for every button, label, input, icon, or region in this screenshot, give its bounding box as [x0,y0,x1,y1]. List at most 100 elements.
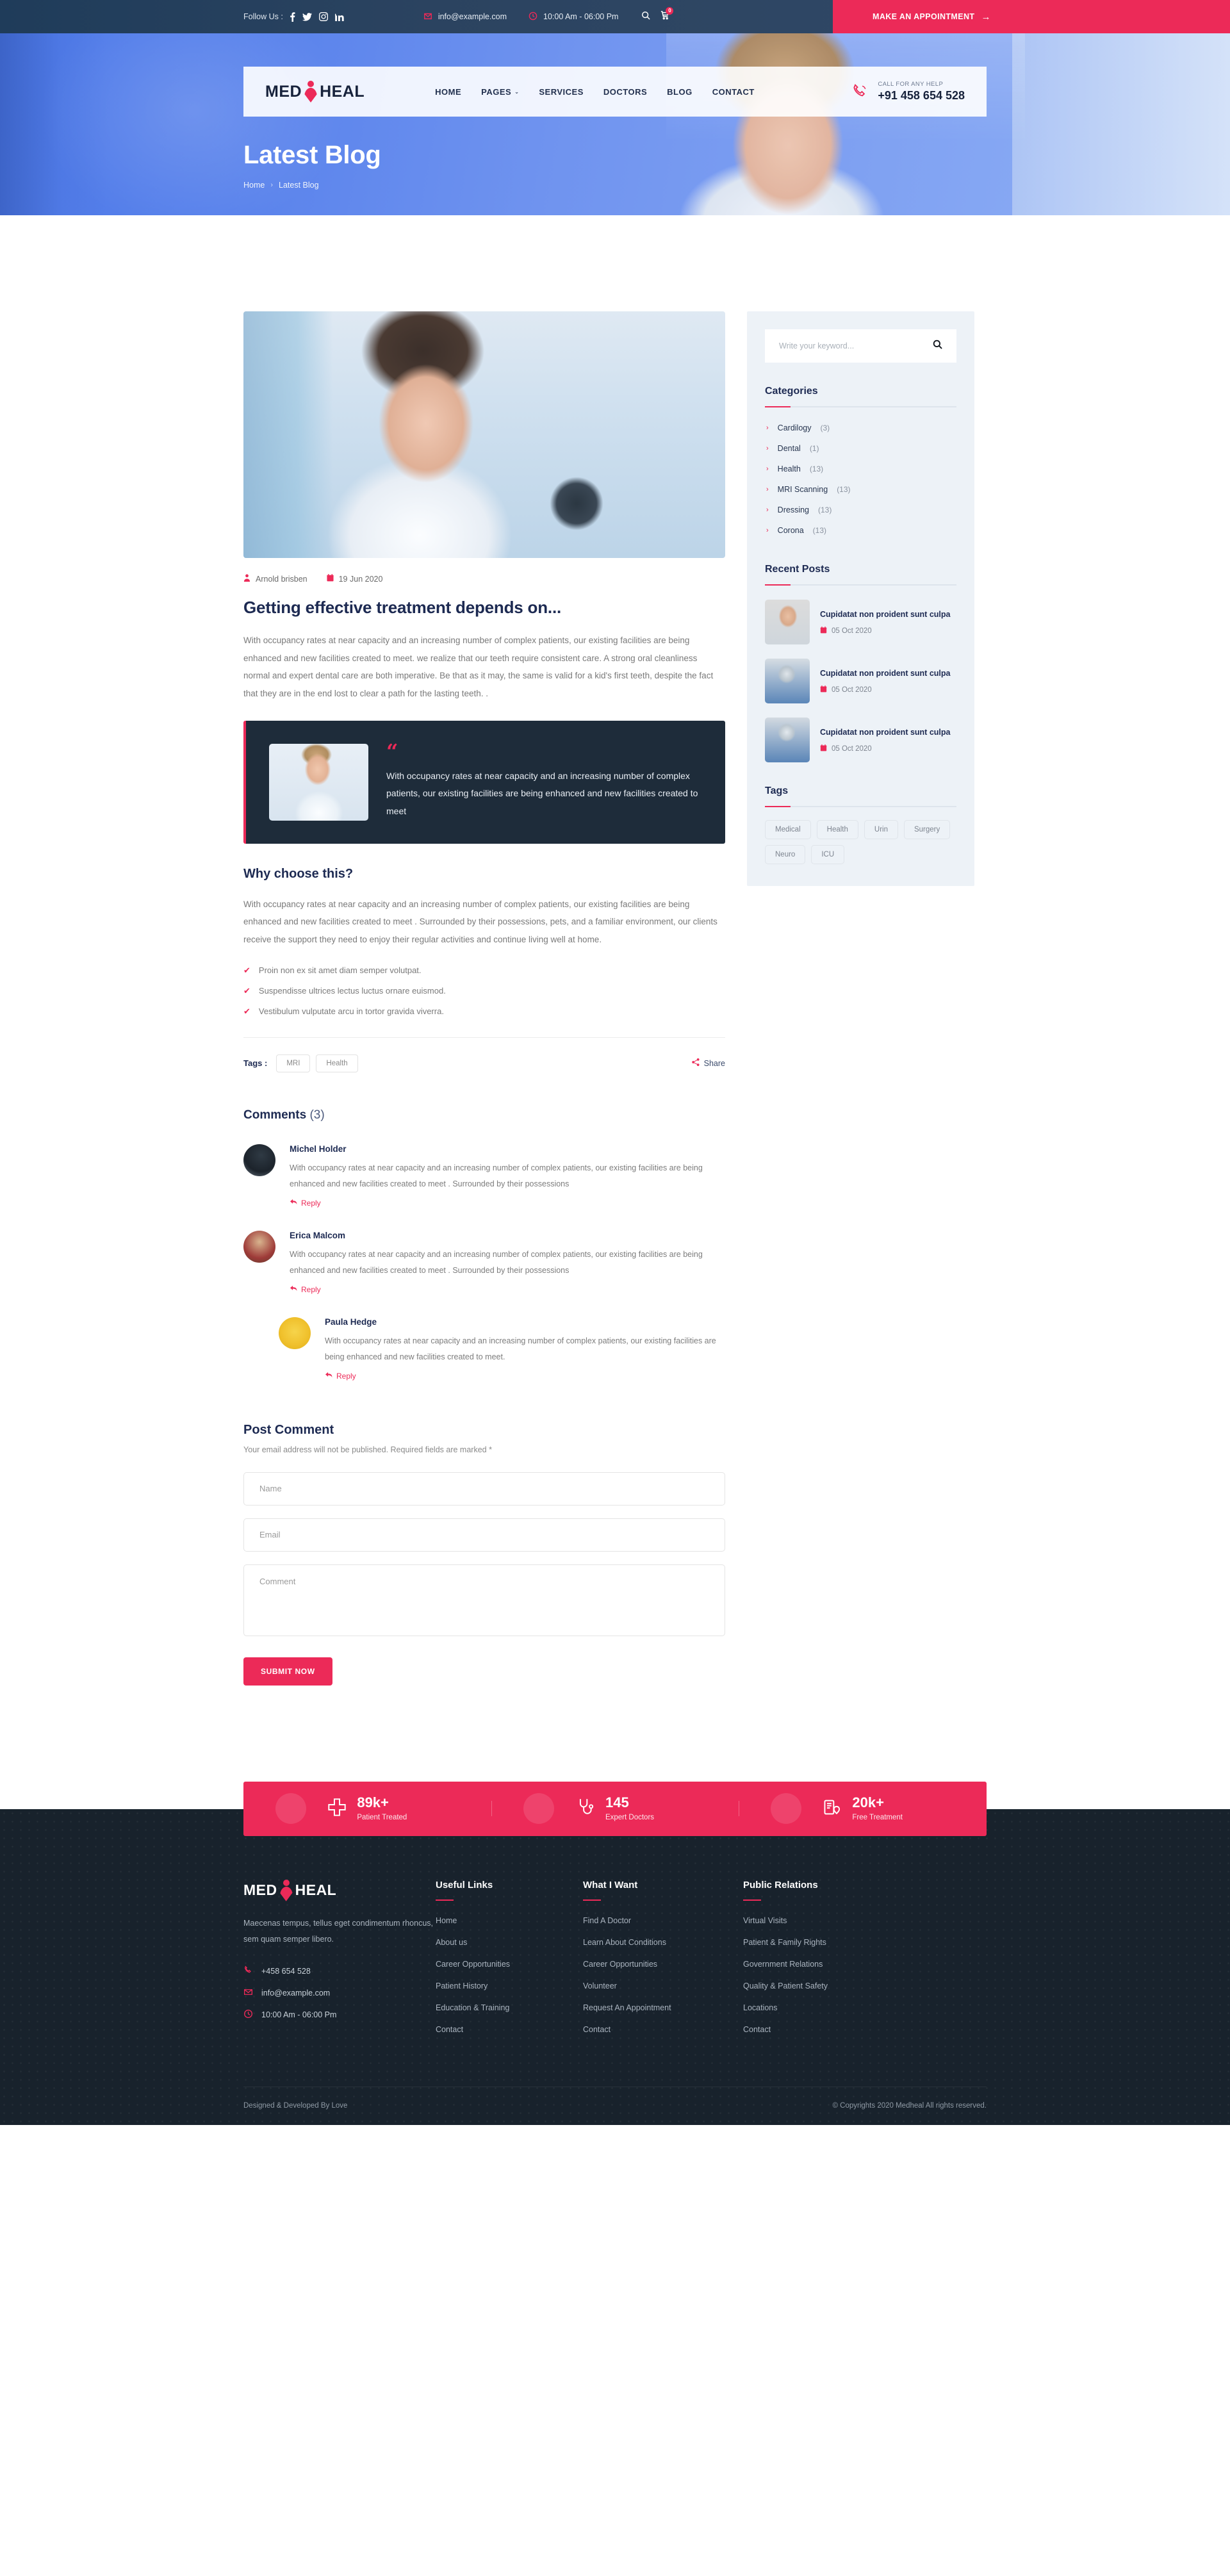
sidebar-tag-urin[interactable]: Urin [864,820,898,839]
footer-link[interactable]: Learn About Conditions [583,1938,666,1947]
category-item-dental[interactable]: › Dental (1) [765,438,956,459]
instagram-icon[interactable] [318,12,328,21]
footer-link[interactable]: About us [436,1938,467,1947]
footer-link[interactable]: Virtual Visits [743,1916,787,1925]
sidebar-tag-health[interactable]: Health [816,820,858,839]
list-item[interactable]: Cupidatat non proident sunt culpa 05 Oct… [765,600,956,644]
category-item-mri-scanning[interactable]: › MRI Scanning (13) [765,479,956,500]
footer-column-what-i-want: What I Want Find A Doctor Learn About Co… [583,1880,743,2046]
topbar-hours: 10:00 Am - 06:00 Pm [529,12,618,22]
footer-email[interactable]: info@example.com [243,1987,436,1999]
reply-button[interactable]: Reply [325,1372,356,1381]
footer-link[interactable]: Career Opportunities [583,1960,657,1969]
footer-link[interactable]: Government Relations [743,1960,823,1969]
site-logo[interactable]: MED HEAL [265,81,365,103]
footer-email-text: info@example.com [261,1988,331,1998]
category-item-cardilogy[interactable]: › Cardilogy (3) [765,418,956,438]
category-item-dressing[interactable]: › Dressing (13) [765,500,956,520]
category-item-health[interactable]: › Health (13) [765,459,956,479]
recent-post-thumb [765,600,810,644]
stat-blob [771,1793,802,1825]
footer-link[interactable]: Find A Doctor [583,1916,631,1925]
reply-label: Reply [301,1198,321,1208]
stat-expert-doctors: 145 Expert Doctors [491,1793,739,1825]
list-item[interactable]: Cupidatat non proident sunt culpa 05 Oct… [765,659,956,703]
email-field[interactable] [243,1518,725,1552]
recent-post-thumb [765,718,810,762]
footer-link[interactable]: Contact [583,2025,611,2034]
calendar-icon [820,626,827,636]
phone-icon [243,1965,253,1977]
category-item-corona[interactable]: › Corona (13) [765,520,956,541]
nav-item-pages[interactable]: PAGES ⌄ [481,87,519,97]
footer-link[interactable]: Quality & Patient Safety [743,1981,828,1990]
comment-item: Michel Holder With occupancy rates at ne… [243,1144,725,1209]
calendar-icon [820,685,827,694]
avatar [279,1317,311,1349]
tags-widget: Tags Medical Health Urin Surgery Neuro I… [765,785,956,864]
sidebar-tag-icu[interactable]: ICU [811,845,845,864]
make-appointment-button[interactable]: MAKE AN APPOINTMENT → [833,0,1230,33]
nav-item-services[interactable]: SERVICES [539,87,584,97]
submit-now-button[interactable]: SUBMIT NOW [243,1657,332,1686]
post-comment-note: Your email address will not be published… [243,1445,492,1454]
reply-button[interactable]: Reply [290,1285,321,1294]
sidebar-tag-medical[interactable]: Medical [765,820,811,839]
nav-item-blog[interactable]: BLOG [667,87,693,97]
footer-rule [436,1899,454,1901]
call-phone-number: +91 458 654 528 [878,89,965,102]
breadcrumb-home[interactable]: Home [243,181,265,190]
twitter-icon[interactable] [302,12,312,21]
topbar-email[interactable]: info@example.com [423,12,507,22]
footer-logo[interactable]: MED HEAL [243,1879,436,1901]
list-item: ✔ Suspendisse ultrices lectus luctus orna… [243,986,725,996]
avatar [243,1230,275,1263]
sidebar-tag-surgery[interactable]: Surgery [903,820,951,839]
footer-link[interactable]: Patient History [436,1981,488,1990]
post-tag[interactable]: Health [316,1054,358,1072]
post-tag[interactable]: MRI [276,1054,311,1072]
comment-field[interactable] [243,1564,725,1636]
post-checklist: ✔ Proin non ex sit amet diam semper volut… [243,965,725,1017]
site-footer: MED HEAL Maecenas tempus, tellus eget co… [0,1809,1230,2125]
linkedin-icon[interactable] [334,13,344,21]
facebook-icon[interactable] [290,12,295,22]
footer-link[interactable]: Patient & Family Rights [743,1938,826,1947]
search-icon[interactable] [641,11,651,23]
search-icon[interactable] [933,340,942,352]
footer-link[interactable]: Education & Training [436,2003,509,2012]
check-icon: ✔ [243,1006,250,1016]
footer-phone[interactable]: +458 654 528 [243,1965,436,1977]
footer-credit: Designed & Developed By Love [243,2102,348,2110]
search-input[interactable] [779,341,933,350]
clock-icon [243,2009,253,2021]
cart-button[interactable]: 0 [660,6,674,23]
reply-button[interactable]: Reply [290,1199,321,1208]
footer-link[interactable]: Request An Appointment [583,2003,671,2012]
footer-link[interactable]: Career Opportunities [436,1960,510,1969]
call-for-help[interactable]: CALL FOR ANY HELP +91 458 654 528 [850,81,965,103]
nav-item-doctors[interactable]: DOCTORS [603,87,647,97]
tag-cloud: Medical Health Urin Surgery Neuro ICU [765,820,956,864]
nav-item-contact[interactable]: CONTACT [712,87,755,97]
footer-link[interactable]: Contact [743,2025,771,2034]
footer-hours-text: 10:00 Am - 06:00 Pm [261,2010,337,2019]
sidebar-tag-neuro[interactable]: Neuro [765,845,806,864]
name-field[interactable] [243,1472,725,1505]
stat-caption: Free Treatment [852,1814,903,1822]
footer-link[interactable]: Contact [436,2025,463,2034]
logo-text-right: HEAL [320,82,365,101]
footer-link[interactable]: Volunteer [583,1981,617,1990]
footer-link[interactable]: Home [436,1916,457,1925]
post-quote-block: “ With occupancy rates at near capacity … [243,720,725,844]
share-button[interactable]: Share [691,1058,725,1068]
list-item: Virtual Visits [743,1915,903,1926]
reply-label: Reply [301,1284,321,1294]
list-item[interactable]: Cupidatat non proident sunt culpa 05 Oct… [765,718,956,762]
breadcrumb: Home › Latest Blog [243,181,987,190]
footer-logo-left: MED [243,1882,277,1899]
footer-link[interactable]: Locations [743,2003,778,2012]
list-item: Quality & Patient Safety [743,1980,903,1992]
footer-rule [583,1899,601,1901]
nav-item-home[interactable]: HOME [435,87,461,97]
